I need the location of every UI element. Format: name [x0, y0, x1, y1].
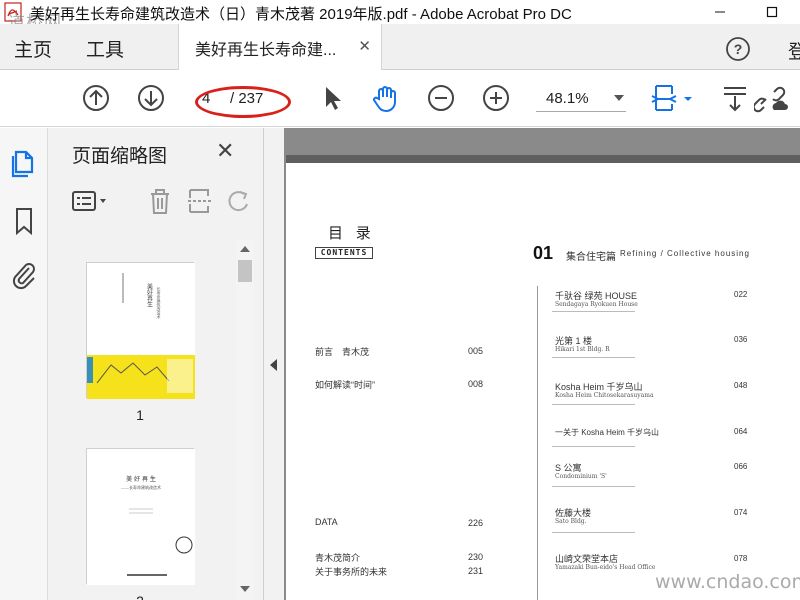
- panel-toolbar: [48, 176, 264, 228]
- attachment-icon[interactable]: [10, 260, 38, 290]
- previous-page-edge: [286, 155, 800, 163]
- chevron-down-icon: [614, 95, 624, 101]
- main-toolbar: 4 / 237 48.1%: [0, 70, 800, 127]
- toc-separator: [552, 446, 635, 447]
- zoom-value: 48.1%: [546, 90, 589, 107]
- toc-right-page: 048: [734, 381, 748, 390]
- toc-heading: 目 录: [328, 224, 375, 242]
- tab-tools[interactable]: 工具: [86, 35, 124, 62]
- toc-right-subtitle: Sendagaya Ryokuen House: [555, 301, 638, 308]
- toc-left-page: 226: [468, 518, 484, 528]
- select-cursor-icon[interactable]: [316, 82, 348, 114]
- hand-tool-icon[interactable]: [370, 82, 402, 114]
- thumbnail-label: 2: [125, 593, 155, 600]
- chapter-title: 集合住宅篇: [566, 252, 616, 263]
- toc-right-page: 022: [734, 290, 748, 299]
- highlight-annotation-ellipse: [195, 86, 291, 118]
- share-link-icon[interactable]: [754, 82, 790, 114]
- title-bar: 道桥网 美好再生长寿命建筑改造术（日）青木茂著 2019年版.pdf - Ado…: [0, 0, 800, 33]
- page-thumbnails-icon[interactable]: [10, 148, 38, 178]
- panel-title: 页面缩略图: [72, 146, 168, 167]
- previous-page-icon[interactable]: [80, 82, 112, 114]
- toc-right-page: 064: [734, 427, 748, 436]
- toc-left-title: 前言 青木茂: [315, 347, 370, 357]
- sign-in-link[interactable]: 登: [788, 37, 800, 64]
- scroll-up-icon[interactable]: [240, 246, 250, 252]
- zoom-in-icon[interactable]: [480, 82, 512, 114]
- window-title: 美好再生长寿命建筑改造术（日）青木茂著 2019年版.pdf - Adobe A…: [30, 6, 572, 23]
- toc-right-subtitle: Kosha Heim Chitosekarasuyama: [555, 392, 654, 399]
- thumbnails-panel: 页面缩略图 ✕ 美好再生 长寿命建筑改造术 1 美 好 再 生 ——长寿命建筑改…: [48, 128, 264, 600]
- toc-right-page: 074: [734, 508, 748, 517]
- cover-thumbnail-image: 美好再生 长寿命建筑改造术: [87, 263, 195, 399]
- toc-right-page: 066: [734, 462, 748, 471]
- toc-left-title: 青木茂简介: [315, 553, 361, 563]
- tab-document[interactable]: 美好再生长寿命建... ✕: [178, 24, 382, 70]
- scrollbar-thumb[interactable]: [238, 260, 252, 282]
- crop-page-icon[interactable]: [186, 186, 214, 216]
- toc-separator: [552, 357, 635, 358]
- document-tab-label: 美好再生长寿命建...: [195, 42, 337, 59]
- toc-left-page: 005: [468, 346, 484, 356]
- toc-right-page: 078: [734, 554, 748, 563]
- page-display-icon[interactable]: [650, 82, 696, 114]
- toc-left-title: 关于事务所的未来: [315, 567, 388, 577]
- toc-right-subtitle: Sato Bldg.: [555, 518, 587, 525]
- tab-home[interactable]: 主页: [14, 35, 52, 62]
- zoom-out-icon[interactable]: [425, 82, 457, 114]
- toc-right-subtitle: Hikari 1st Bldg. R: [555, 346, 610, 353]
- toc-separator: [552, 404, 635, 405]
- toc-right-page: 036: [734, 335, 748, 344]
- help-icon[interactable]: ?: [725, 36, 751, 62]
- options-menu-icon[interactable]: [70, 186, 110, 216]
- toc-left-page: 008: [468, 379, 484, 389]
- page-thumbnail-1[interactable]: 美好再生 长寿命建筑改造术: [86, 262, 195, 399]
- svg-text:美 好 再 生: 美 好 再 生: [126, 475, 156, 483]
- rotate-page-icon[interactable]: [224, 186, 252, 216]
- thumbnail-scrollbar[interactable]: [236, 240, 254, 600]
- toc-separator: [552, 311, 635, 312]
- toc-right-subtitle: Yamazaki Bun-eido's Head Office: [555, 564, 656, 571]
- navigation-rail: [0, 128, 48, 600]
- chapter-subtitle: Refining / Collective housing: [620, 249, 750, 258]
- collapse-panel-icon[interactable]: [270, 359, 277, 371]
- svg-text:?: ?: [734, 41, 743, 57]
- bookmark-icon[interactable]: [10, 206, 38, 236]
- toc-left-page: 230: [468, 552, 484, 562]
- thumbnail-label: 1: [136, 407, 144, 423]
- zoom-dropdown[interactable]: 48.1%: [536, 86, 626, 112]
- svg-text:长寿命建筑改造术: 长寿命建筑改造术: [157, 286, 162, 320]
- toc-separator: [552, 486, 635, 487]
- toc-right-title: 一关于 Kosha Heim 千岁乌山: [555, 428, 660, 437]
- minimize-icon: [715, 11, 725, 13]
- toc-left-page: 231: [468, 566, 484, 576]
- page-thumbnail-2[interactable]: 美 好 再 生 ——长寿命建筑改造术: [86, 448, 195, 585]
- svg-text:——长寿命建筑改造术: ——长寿命建筑改造术: [121, 484, 161, 490]
- toc-divider-line: [537, 286, 538, 600]
- close-panel-icon[interactable]: ✕: [216, 138, 234, 164]
- watermark-text: www.cndao.com: [655, 571, 800, 593]
- svg-text:美好再生: 美好再生: [146, 282, 153, 307]
- close-tab-icon[interactable]: ✕: [358, 37, 371, 55]
- next-page-icon[interactable]: [135, 82, 167, 114]
- minimize-button[interactable]: [700, 0, 740, 24]
- scroll-mode-icon[interactable]: [720, 82, 752, 114]
- chapter-number: 01: [533, 243, 554, 263]
- toc-right-subtitle: Condominium 'S': [555, 473, 607, 480]
- contents-label: CONTENTS: [315, 247, 373, 259]
- toc-separator: [552, 532, 635, 533]
- toc-left-title: 如何解读“时间”: [315, 380, 375, 390]
- scroll-down-icon[interactable]: [240, 586, 250, 592]
- tab-bar: 主页 工具: [0, 24, 800, 70]
- maximize-button[interactable]: [752, 0, 792, 24]
- toc-left-title: DATA: [315, 517, 338, 527]
- maximize-icon: [766, 6, 778, 18]
- delete-page-icon[interactable]: [146, 186, 174, 216]
- title-page-thumbnail-image: 美 好 再 生 ——长寿命建筑改造术: [87, 449, 195, 585]
